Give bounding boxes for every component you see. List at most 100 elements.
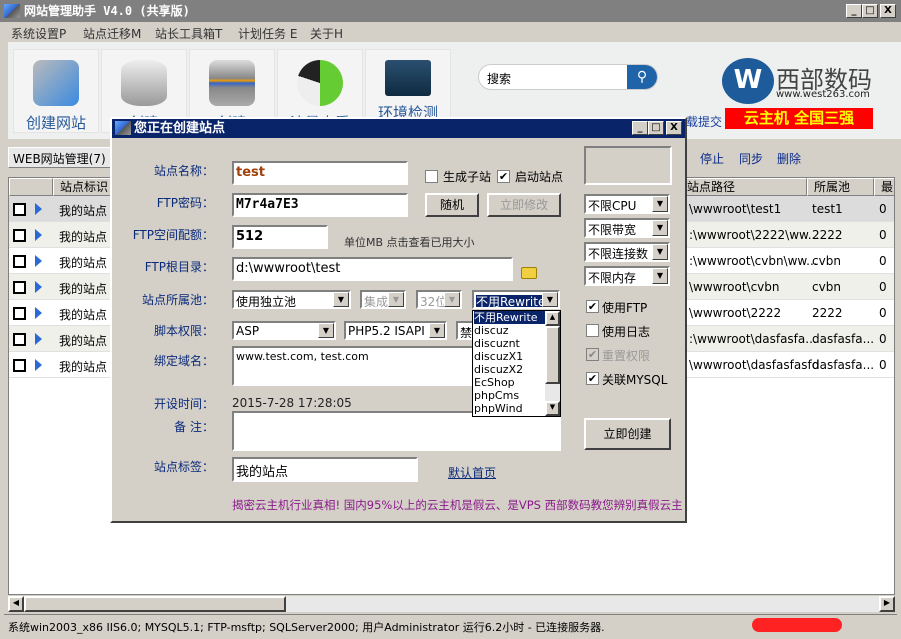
dialog-close-button[interactable]: X [666, 121, 682, 135]
scroll-thumb[interactable] [24, 596, 286, 612]
rewrite-option[interactable]: discuznt [474, 337, 546, 350]
row-checkbox[interactable] [13, 203, 26, 216]
maximize-button[interactable]: □ [862, 4, 878, 18]
dialog-icon [115, 121, 131, 135]
bits-select[interactable]: 32位 ▼ [416, 290, 462, 309]
label-root: FTP根目录： [144, 260, 214, 274]
cell-pool: cvbn [812, 254, 841, 268]
monitor-icon [385, 60, 431, 96]
label-quota: FTP空间配额： [132, 228, 214, 242]
site-name-input[interactable]: test [232, 161, 408, 185]
cell-name: 我的站点 [59, 334, 108, 348]
search-input[interactable]: 搜索 ⚲ [478, 64, 658, 90]
label-pool: 站点所属池： [141, 293, 214, 307]
play-icon [35, 307, 42, 319]
limit-select[interactable]: 不限连接数 ▼ [584, 242, 670, 262]
cell-pool: 2222 [812, 228, 843, 242]
chevron-down-icon: ▼ [318, 323, 334, 338]
label-tag: 站点标签： [153, 460, 214, 474]
chevron-down-icon: ▼ [652, 220, 668, 236]
chevron-down-icon: ▼ [388, 292, 404, 307]
scroll-up-icon[interactable]: ▲ [545, 311, 560, 326]
scroll-down-icon[interactable]: ▼ [545, 401, 560, 416]
col-header-select[interactable] [9, 178, 53, 196]
default-page-link[interactable]: 默认首页 [448, 464, 496, 481]
dialog-minimize-button[interactable]: _ [632, 121, 648, 135]
menu-about[interactable]: 关于H [310, 25, 343, 42]
menu-migrate[interactable]: 站点迁移M [83, 25, 141, 42]
label-domain: 绑定域名： [153, 354, 214, 368]
modify-button[interactable]: 立即修改 [487, 193, 561, 217]
cell-max: 0 [879, 306, 887, 320]
rewrite-option[interactable]: discuzX2 [474, 363, 546, 376]
tag-input[interactable]: 我的站点 [232, 457, 418, 482]
play-icon [35, 359, 42, 371]
col-header-pool[interactable]: 所属池 [807, 178, 874, 196]
note-textarea[interactable] [232, 411, 561, 451]
pool-select[interactable]: 使用独立池 ▼ [232, 290, 351, 309]
rewrite-option[interactable]: discuz [474, 324, 546, 337]
submit-link[interactable]: 载提交 [686, 113, 722, 130]
row-checkbox[interactable] [13, 229, 26, 242]
rewrite-option[interactable]: phpWind [474, 402, 546, 415]
row-checkbox[interactable] [13, 255, 26, 268]
label-note: 备 注： [174, 420, 214, 434]
sub-site-checkbox[interactable] [425, 170, 438, 183]
tab-web-sites[interactable]: WEB网站管理(7) [8, 147, 112, 168]
rewrite-option[interactable]: discuzX1 [474, 350, 546, 363]
horizontal-scrollbar[interactable]: ◀ ▶ [8, 596, 895, 612]
create-site-button[interactable]: 创建网站 [13, 49, 99, 133]
chevron-down-icon: ▼ [652, 268, 668, 284]
checkbox[interactable] [586, 324, 599, 337]
dropdown-scroll-thumb[interactable] [545, 326, 560, 384]
quota-input[interactable]: 512 [232, 225, 328, 249]
close-button[interactable]: X [880, 4, 896, 18]
col-header-max[interactable]: 最 [874, 178, 894, 196]
row-checkbox[interactable] [13, 307, 26, 320]
menu-tasks[interactable]: 计划任务 E [238, 25, 297, 42]
stop-button[interactable]: 停止 [700, 150, 724, 167]
col-header-path[interactable]: 站点路径 [686, 178, 807, 196]
cell-max: 0 [879, 280, 887, 294]
cell-max: 0 [879, 332, 887, 346]
row-checkbox[interactable] [13, 333, 26, 346]
time-value: 2015-7-28 17:28:05 [232, 396, 352, 410]
promo-banner[interactable]: 云主机 全国三强 [725, 108, 873, 129]
random-button[interactable]: 随机 [425, 193, 479, 217]
row-checkbox[interactable] [13, 281, 26, 294]
scroll-left-icon[interactable]: ◀ [8, 596, 24, 612]
start-site-checkbox[interactable]: ✔ [497, 170, 510, 183]
rewrite-select[interactable]: 不用Rewrite ▼ [472, 290, 560, 309]
create-now-button[interactable]: 立即创建 [584, 418, 671, 450]
checkbox[interactable]: ✔ [586, 348, 599, 361]
promo-link[interactable]: 揭密云主机行业真相! 国内95%以上的云主机是假云、是VPS 西部数码教您辨别真… [232, 497, 682, 513]
minimize-button[interactable]: _ [846, 4, 862, 18]
root-input[interactable]: d:\wwwroot\test [232, 257, 513, 281]
delete-button[interactable]: 删除 [777, 150, 801, 167]
rewrite-option[interactable]: 不用Rewrite [474, 311, 546, 324]
quota-hint[interactable]: 单位MB 点击查看已用大小 [344, 234, 475, 250]
checkbox[interactable]: ✔ [586, 300, 599, 313]
sync-button[interactable]: 同步 [739, 150, 763, 167]
rewrite-option[interactable]: phpCms [474, 389, 546, 402]
php-select[interactable]: PHP5.2 ISAPI ▼ [344, 321, 447, 340]
menu-tools[interactable]: 站长工具箱T [155, 25, 222, 42]
ftp-password-input[interactable]: M7r4a7E3 [232, 193, 408, 217]
scroll-right-icon[interactable]: ▶ [879, 596, 895, 612]
cell-path: \wwwroot\2222 [689, 306, 782, 320]
folder-icon[interactable] [521, 267, 537, 279]
limit-select[interactable]: 不限内存 ▼ [584, 266, 670, 286]
limit-select[interactable]: 不限带宽 ▼ [584, 218, 670, 238]
cell-path: \wwwroot\test1 [689, 202, 782, 216]
dialog-maximize-button[interactable]: □ [648, 121, 664, 135]
search-icon[interactable]: ⚲ [627, 65, 657, 89]
pipeline-select[interactable]: 集成 ▼ [360, 290, 406, 309]
limit-select[interactable]: 不限CPU ▼ [584, 194, 670, 214]
dropdown-scrollbar[interactable]: ▲ ▼ [545, 311, 560, 416]
menu-settings[interactable]: 系统设置P [11, 25, 66, 42]
script-select[interactable]: ASP ▼ [232, 321, 336, 340]
row-checkbox[interactable] [13, 359, 26, 372]
dialog-title: 您正在创建站点 [112, 119, 685, 138]
rewrite-option[interactable]: EcShop [474, 376, 546, 389]
checkbox[interactable]: ✔ [586, 372, 599, 385]
